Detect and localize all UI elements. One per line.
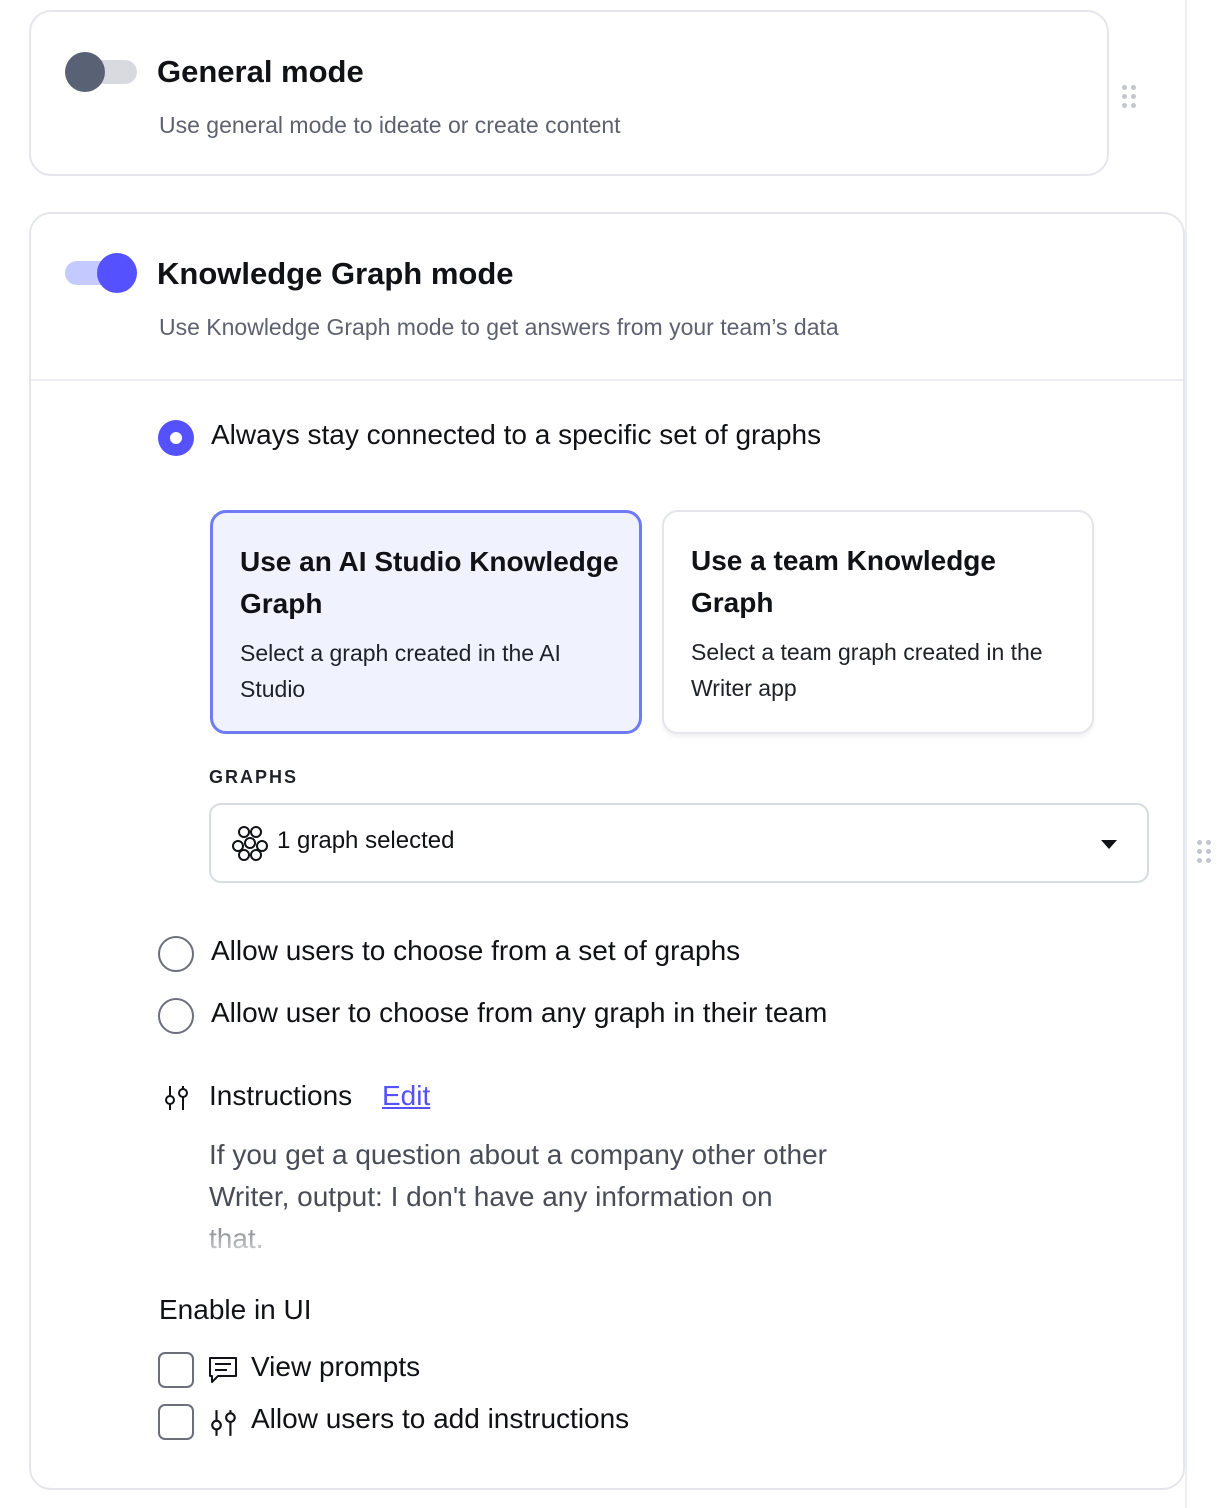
allow-add-instructions-checkbox[interactable] <box>158 1404 194 1440</box>
drag-handle-icon[interactable] <box>1122 85 1136 109</box>
toggle-knob <box>65 52 105 92</box>
instructions-edit-link[interactable]: Edit <box>382 1080 430 1112</box>
prompts-icon <box>209 1357 237 1383</box>
radio-label-specific-graphs[interactable]: Always stay connected to a specific set … <box>211 419 821 451</box>
allow-add-instructions-label[interactable]: Allow users to add instructions <box>251 1403 629 1435</box>
toggle-knob <box>97 253 137 293</box>
ai-studio-graph-option[interactable]: Use an AI Studio Knowledge Graph Select … <box>210 510 642 734</box>
right-divider <box>1185 0 1187 1508</box>
radio-label-choose-any-team-graph[interactable]: Allow user to choose from any graph in t… <box>211 997 827 1029</box>
view-prompts-checkbox[interactable] <box>158 1352 194 1388</box>
sliders-icon <box>211 1410 236 1436</box>
general-mode-title: General mode <box>157 54 364 89</box>
view-prompts-label[interactable]: View prompts <box>251 1351 420 1383</box>
radio-label-choose-from-set[interactable]: Allow users to choose from a set of grap… <box>211 935 740 967</box>
sliders-icon <box>165 1086 188 1110</box>
radio-choose-from-set[interactable] <box>158 936 194 972</box>
drag-handle-icon[interactable] <box>1197 840 1211 864</box>
option-description: Select a team graph created in the Write… <box>691 639 1043 701</box>
knowledge-graph-mode-description: Use Knowledge Graph mode to get answers … <box>159 314 839 340</box>
general-mode-toggle[interactable] <box>65 52 137 92</box>
knowledge-graph-mode-toggle[interactable] <box>65 253 137 293</box>
instructions-text: If you get a question about a company ot… <box>209 1139 827 1254</box>
section-divider <box>31 379 1183 381</box>
radio-specific-graphs[interactable] <box>158 420 194 456</box>
graphs-select[interactable]: 1 graph selected <box>209 803 1149 883</box>
knowledge-graph-mode-title: Knowledge Graph mode <box>157 256 514 291</box>
general-mode-description: Use general mode to ideate or create con… <box>159 112 621 138</box>
option-title: Use a team Knowledge Graph <box>691 545 996 618</box>
option-title: Use an AI Studio Knowledge Graph <box>240 546 619 619</box>
graphs-select-value: 1 graph selected <box>277 827 455 854</box>
chevron-down-icon <box>1101 840 1117 849</box>
graphs-label: GRAPHS <box>209 767 299 787</box>
instructions-label: Instructions <box>209 1080 353 1111</box>
knowledge-graph-mode-card: Knowledge Graph mode Use Knowledge Graph… <box>29 212 1185 1490</box>
team-graph-option[interactable]: Use a team Knowledge Graph Select a team… <box>662 510 1094 734</box>
radio-choose-any-team-graph[interactable] <box>158 998 194 1034</box>
enable-in-ui-label: Enable in UI <box>159 1294 312 1325</box>
general-mode-card: General mode Use general mode to ideate … <box>29 10 1109 176</box>
graph-nodes-icon <box>232 826 268 861</box>
option-description: Select a graph created in the AI Studio <box>240 640 561 702</box>
